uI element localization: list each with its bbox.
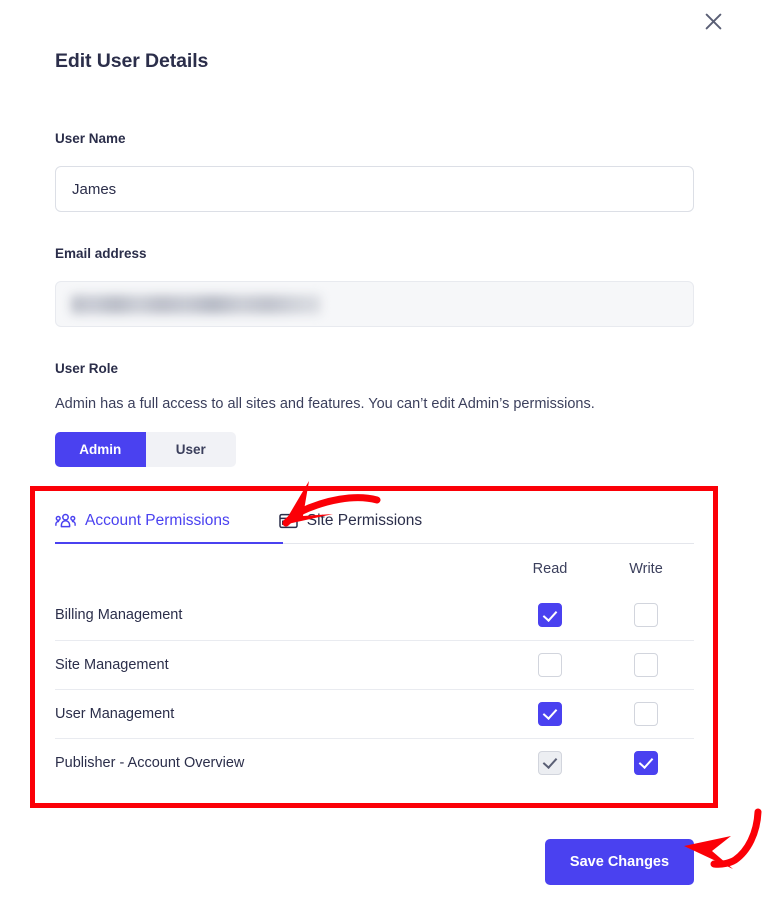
read-checkbox[interactable] — [538, 603, 562, 627]
table-row: User Management — [55, 689, 694, 738]
email-field[interactable] — [55, 281, 694, 327]
read-checkbox — [538, 751, 562, 775]
column-header-name — [55, 544, 502, 591]
permissions-table: Read Write Billing Management Site Manag… — [55, 544, 694, 787]
read-checkbox[interactable] — [538, 653, 562, 677]
email-label: Email address — [55, 246, 147, 261]
username-input[interactable] — [55, 166, 694, 212]
tab-site-permissions[interactable]: Site Permissions — [279, 498, 422, 544]
redacted-email-value — [71, 295, 321, 314]
username-label: User Name — [55, 131, 126, 146]
table-row: Site Management — [55, 640, 694, 689]
active-tab-underline — [55, 542, 283, 545]
table-row: Publisher - Account Overview — [55, 738, 694, 787]
role-option-user[interactable]: User — [146, 432, 237, 467]
browser-window-icon — [279, 513, 298, 529]
permission-name: Billing Management — [55, 591, 502, 640]
table-row: Billing Management — [55, 591, 694, 640]
page-title: Edit User Details — [55, 50, 208, 73]
user-role-description: Admin has a full access to all sites and… — [55, 396, 595, 412]
tab-account-permissions-label: Account Permissions — [85, 512, 230, 530]
user-role-label: User Role — [55, 361, 118, 376]
write-checkbox[interactable] — [634, 603, 658, 627]
tab-account-permissions[interactable]: Account Permissions — [55, 498, 230, 544]
column-header-write: Write — [598, 544, 694, 591]
permissions-panel: Account Permissions Site Permissions — [55, 498, 694, 787]
column-header-read: Read — [502, 544, 598, 591]
role-option-admin[interactable]: Admin — [55, 432, 146, 467]
save-button[interactable]: Save Changes — [545, 839, 694, 885]
permission-name: Site Management — [55, 640, 502, 689]
permission-name: Publisher - Account Overview — [55, 738, 502, 787]
page-right-edge — [746, 0, 768, 913]
edit-user-modal: Edit User Details User Name Email addres… — [0, 0, 746, 913]
write-checkbox[interactable] — [634, 751, 658, 775]
user-role-toggle[interactable]: Admin User — [55, 432, 236, 467]
tab-site-permissions-label: Site Permissions — [307, 512, 422, 530]
write-checkbox[interactable] — [634, 653, 658, 677]
table-header-row: Read Write — [55, 544, 694, 591]
close-icon[interactable] — [696, 4, 730, 38]
permission-name: User Management — [55, 689, 502, 738]
read-checkbox[interactable] — [538, 702, 562, 726]
write-checkbox[interactable] — [634, 702, 658, 726]
close-icon-glyph — [705, 13, 722, 30]
users-group-icon — [55, 513, 76, 529]
permissions-tablist: Account Permissions Site Permissions — [55, 498, 694, 544]
